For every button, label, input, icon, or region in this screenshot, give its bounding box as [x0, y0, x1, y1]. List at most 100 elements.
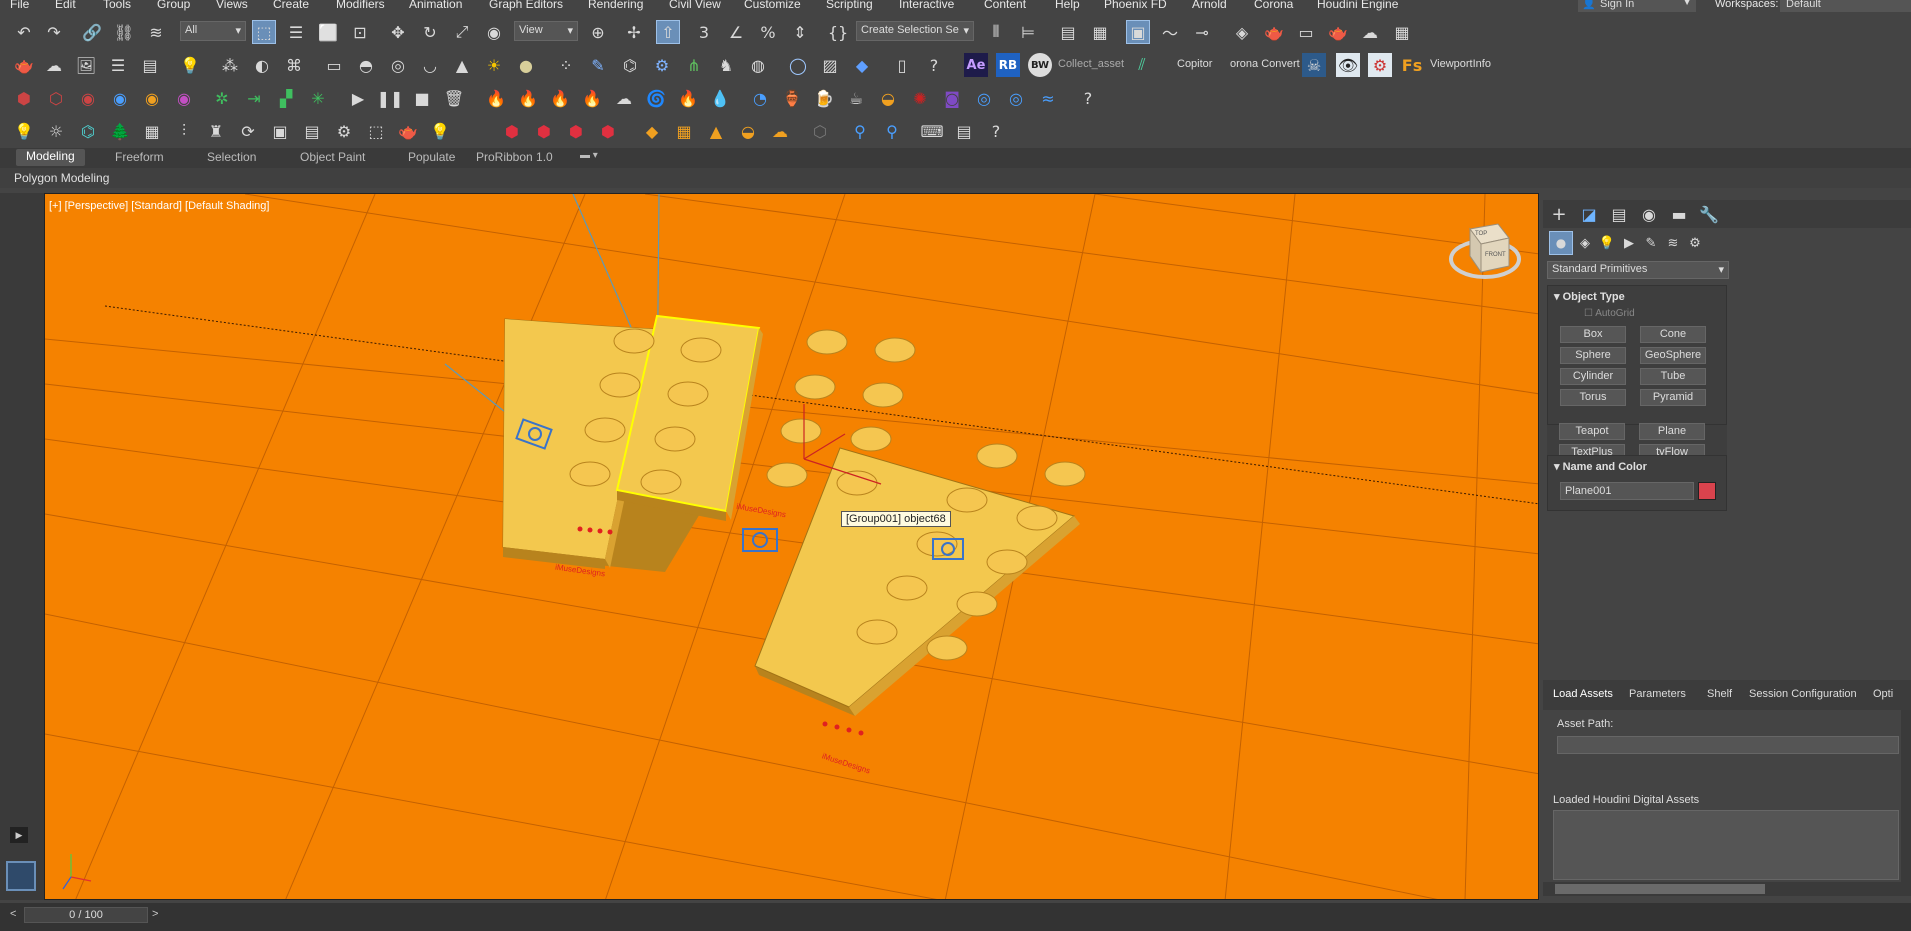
layer-explorer-icon[interactable]: ▦	[1088, 20, 1112, 44]
viewport-info-button[interactable]: ViewportInfo	[1430, 58, 1491, 70]
tab-proribbon[interactable]: ProRibbon 1.0	[476, 150, 553, 164]
collect-asset-button[interactable]: Collect_asset	[1058, 58, 1124, 70]
eye-icon[interactable]: 👁	[1336, 53, 1360, 77]
hierarchy-tab-icon[interactable]: ▤	[1607, 202, 1631, 226]
tab-populate[interactable]: Populate	[408, 150, 455, 164]
spray-icon[interactable]: ⁂	[218, 53, 242, 77]
grey-cube-icon[interactable]: ⬡	[808, 119, 832, 143]
menu-graph-editors[interactable]: Graph Editors	[489, 0, 563, 11]
modify-tab-icon[interactable]: ◪	[1577, 202, 1601, 226]
houdini-vertical-scrollbar[interactable]	[1901, 710, 1911, 882]
question-icon[interactable]: ?	[984, 119, 1008, 143]
rotate-icon[interactable]: ↻	[418, 20, 442, 44]
skull-icon[interactable]: ☠	[1302, 53, 1326, 77]
primitive-type-dropdown[interactable]: Standard Primitives ▾	[1547, 261, 1729, 279]
cloud-icon[interactable]: ☁	[42, 53, 66, 77]
gamepad-icon[interactable]: ⌘	[282, 53, 306, 77]
scrollbar-thumb[interactable]	[1555, 884, 1765, 894]
menu-modifiers[interactable]: Modifiers	[336, 0, 385, 11]
spinner-snap-icon[interactable]: ⇕	[788, 20, 812, 44]
diamonds-icon[interactable]: ◆	[640, 119, 664, 143]
fire-2-icon[interactable]: 🔥	[516, 86, 540, 110]
loaded-assets-list[interactable]	[1553, 810, 1899, 880]
smoke-icon[interactable]: ☁	[612, 86, 636, 110]
corona-converter-button[interactable]: orona Convert	[1230, 58, 1300, 70]
snaps-toggle-icon[interactable]: 3	[692, 20, 716, 44]
cone-icon[interactable]: ▲	[450, 53, 474, 77]
ipr-icon[interactable]: ⬢	[564, 119, 588, 143]
link-icon[interactable]: 🔗	[80, 20, 104, 44]
list-icon[interactable]: ☰	[106, 53, 130, 77]
gears-icon[interactable]: ⚙	[332, 119, 356, 143]
frame-icon[interactable]: ⬚	[364, 119, 388, 143]
unlink-icon[interactable]: ⛓	[112, 20, 136, 44]
menu-help[interactable]: Help	[1055, 0, 1080, 11]
ribbon-toggle-icon[interactable]: ▣	[1126, 20, 1150, 44]
pivot-center-icon[interactable]: ⊕	[586, 20, 610, 44]
cameras-category-icon[interactable]: ▶	[1617, 231, 1641, 255]
green-grid-icon[interactable]: ▞	[274, 86, 298, 110]
sun-white-icon[interactable]: ☼	[44, 119, 68, 143]
menu-customize[interactable]: Customize	[744, 0, 801, 11]
material-editor-icon[interactable]: ◈	[1230, 20, 1254, 44]
object-type-title[interactable]: ▾ Object Type	[1554, 290, 1625, 303]
camera-group-icon[interactable]: ⌬	[76, 119, 100, 143]
picture-icon[interactable]: 🖼	[74, 53, 98, 77]
teapot-button[interactable]: Teapot	[1559, 423, 1625, 440]
teapot-icon[interactable]: 🫖	[12, 53, 36, 77]
menu-arnold[interactable]: Arnold	[1192, 0, 1227, 11]
red-splash-icon[interactable]: ✺	[908, 86, 932, 110]
percent-snap-icon[interactable]: %	[756, 20, 780, 44]
menu-interactive[interactable]: Interactive	[899, 0, 954, 11]
after-effects-icon[interactable]: Ae	[964, 53, 988, 77]
render-setup-icon[interactable]: 🫖	[1262, 20, 1286, 44]
motion-tab-icon[interactable]: ◉	[1637, 202, 1661, 226]
cylinder-button[interactable]: Cylinder	[1560, 368, 1626, 385]
menu-create[interactable]: Create	[273, 0, 309, 11]
angle-snap-icon[interactable]: ∠	[724, 20, 748, 44]
scale-icon[interactable]: ⤢	[450, 20, 474, 44]
menu-views[interactable]: Views	[216, 0, 248, 11]
red-settings-icon[interactable]: ⬢	[596, 119, 620, 143]
green-network-icon[interactable]: ✲	[210, 86, 234, 110]
mirror-icon[interactable]: ⫴	[984, 20, 1008, 44]
logs-icon[interactable]: ▤	[952, 119, 976, 143]
screen-icon[interactable]: ▣	[268, 119, 292, 143]
edit-named-selection-icon[interactable]: {}	[826, 20, 850, 44]
fs-icon[interactable]: Fs	[1400, 53, 1424, 77]
tab-session-configuration[interactable]: Session Configuration	[1749, 688, 1857, 700]
scene-explorer-icon[interactable]: ▤	[1056, 20, 1080, 44]
select-by-name-icon[interactable]: ☰	[284, 20, 308, 44]
menu-file[interactable]: File	[10, 0, 29, 11]
swirl-icon[interactable]: 🌀	[644, 86, 668, 110]
selection-filter-dropdown[interactable]: All ▾	[180, 21, 246, 41]
lightbulb-outline-icon[interactable]: 💡	[428, 119, 452, 143]
cup-icon[interactable]: ☕	[844, 86, 868, 110]
name-color-title[interactable]: ▾ Name and Color	[1554, 460, 1647, 473]
help-circle-icon[interactable]: ?	[922, 53, 946, 77]
water-circle-icon[interactable]: ◉	[108, 86, 132, 110]
disc-icon[interactable]: ◎	[386, 53, 410, 77]
particles-icon[interactable]: ⁘	[554, 53, 578, 77]
display-tab-icon[interactable]: ▬	[1667, 202, 1691, 226]
tab-object-paint[interactable]: Object Paint	[300, 150, 365, 164]
cube-red-icon[interactable]: ⬢	[12, 86, 36, 110]
mug-icon[interactable]: 🍺	[812, 86, 836, 110]
object-color-swatch[interactable]	[1698, 482, 1716, 500]
flame-icon[interactable]: 🔥	[676, 86, 700, 110]
bulb-teal-icon[interactable]: 💡	[12, 119, 36, 143]
signin-box[interactable]: 👤 Sign In ▼	[1578, 0, 1696, 12]
render-production-icon[interactable]: 🫖	[1326, 20, 1350, 44]
tab-shelf[interactable]: Shelf	[1707, 688, 1732, 700]
rb-icon[interactable]: RB	[996, 53, 1020, 77]
geometry-icon[interactable]: ●	[1549, 231, 1573, 255]
table-grid-icon[interactable]: ▦	[140, 119, 164, 143]
green-burst-icon[interactable]: ✳	[306, 86, 330, 110]
fire-3-icon[interactable]: 🔥	[548, 86, 572, 110]
object-image-icon[interactable]: ▨	[818, 53, 842, 77]
pr-2-icon[interactable]: ⚲	[880, 119, 904, 143]
helpers-category-icon[interactable]: ✎	[1639, 231, 1663, 255]
workspace-dropdown[interactable]: Default	[1780, 0, 1911, 12]
wood-icon[interactable]: ◍	[746, 53, 770, 77]
jar-icon[interactable]: 🏺	[780, 86, 804, 110]
